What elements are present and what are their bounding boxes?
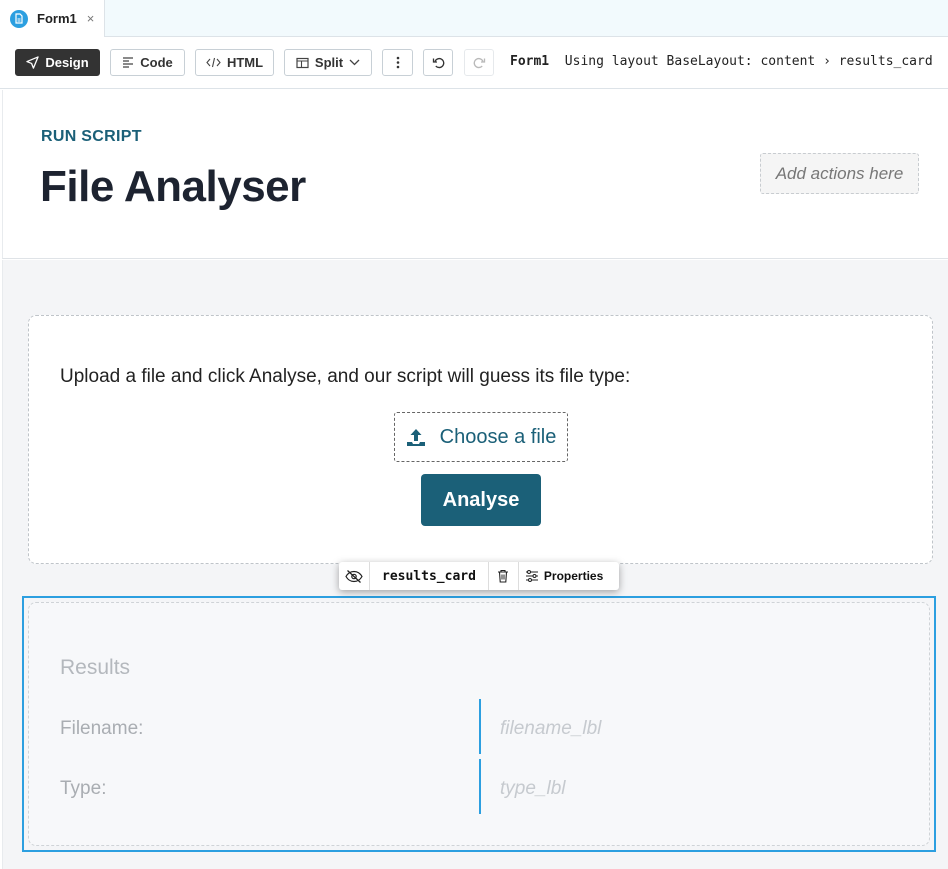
chevron-down-icon <box>349 59 360 66</box>
layout-breadcrumb: Form1 Using layout BaseLayout: content ›… <box>510 54 933 69</box>
html-button[interactable]: HTML <box>195 49 274 76</box>
filename-label: Filename: <box>60 718 144 739</box>
analyse-button[interactable]: Analyse <box>421 474 541 526</box>
html-button-label: HTML <box>226 55 264 70</box>
tab-label: Form1 <box>37 11 77 26</box>
properties-label: Properties <box>543 569 604 583</box>
more-menu-button[interactable] <box>382 49 413 76</box>
page-subtitle: RUN SCRIPT <box>41 128 142 145</box>
upload-instructions: Upload a file and click Analyse, and our… <box>60 366 631 387</box>
form-file-icon <box>10 9 28 28</box>
properties-button[interactable]: Properties <box>519 562 609 590</box>
component-toolbar: results_card Properties <box>339 562 619 590</box>
results-card[interactable]: Results Filename: filename_lbl Type: typ… <box>28 602 930 846</box>
design-button-label: Design <box>45 55 89 70</box>
redo-button[interactable] <box>464 49 494 76</box>
sliders-icon <box>525 570 538 582</box>
page-title: File Analyser <box>40 162 306 211</box>
editor-toolbar: Design Code HTML Split Form1 Using layou… <box>0 38 948 89</box>
drop-indicator <box>479 759 481 814</box>
send-icon <box>26 56 40 69</box>
component-name: results_card <box>370 562 489 590</box>
results-title: Results <box>60 656 131 679</box>
drop-indicator <box>479 699 481 754</box>
align-left-icon <box>123 57 134 68</box>
undo-button[interactable] <box>423 49 453 76</box>
delete-component-button[interactable] <box>489 562 519 590</box>
breadcrumb-path: Using layout BaseLayout: content › resul… <box>564 54 933 69</box>
type-label: Type: <box>60 778 107 799</box>
more-vertical-icon <box>396 56 399 69</box>
close-icon[interactable]: × <box>87 11 95 26</box>
visibility-toggle[interactable] <box>339 562 370 590</box>
code-brackets-icon <box>206 57 221 68</box>
file-loader-label: Choose a file <box>439 425 557 448</box>
results-card-selection[interactable]: Results Filename: filename_lbl Type: typ… <box>22 596 936 852</box>
upload-icon <box>406 428 425 446</box>
upload-card[interactable]: Upload a file and click Analyse, and our… <box>28 315 933 564</box>
code-button-label: Code <box>140 55 173 70</box>
undo-icon <box>432 57 444 69</box>
split-button-label: Split <box>314 55 344 70</box>
trash-icon <box>498 569 509 583</box>
tab-form1[interactable]: Form1 × <box>0 0 105 37</box>
redo-icon <box>473 57 485 69</box>
columns-icon <box>296 57 309 68</box>
tab-bar: Form1 × <box>0 0 948 37</box>
file-loader-button[interactable]: Choose a file <box>394 412 568 462</box>
eye-off-icon <box>345 569 363 583</box>
type-value[interactable]: type_lbl <box>500 778 566 800</box>
design-button[interactable]: Design <box>15 49 100 76</box>
filename-value[interactable]: filename_lbl <box>500 718 601 740</box>
breadcrumb-form-name: Form1 <box>510 54 550 69</box>
split-button[interactable]: Split <box>284 49 372 76</box>
code-button[interactable]: Code <box>110 49 185 76</box>
page-header: RUN SCRIPT File Analyser Add actions her… <box>2 90 948 259</box>
actions-slot[interactable]: Add actions here <box>760 153 919 194</box>
